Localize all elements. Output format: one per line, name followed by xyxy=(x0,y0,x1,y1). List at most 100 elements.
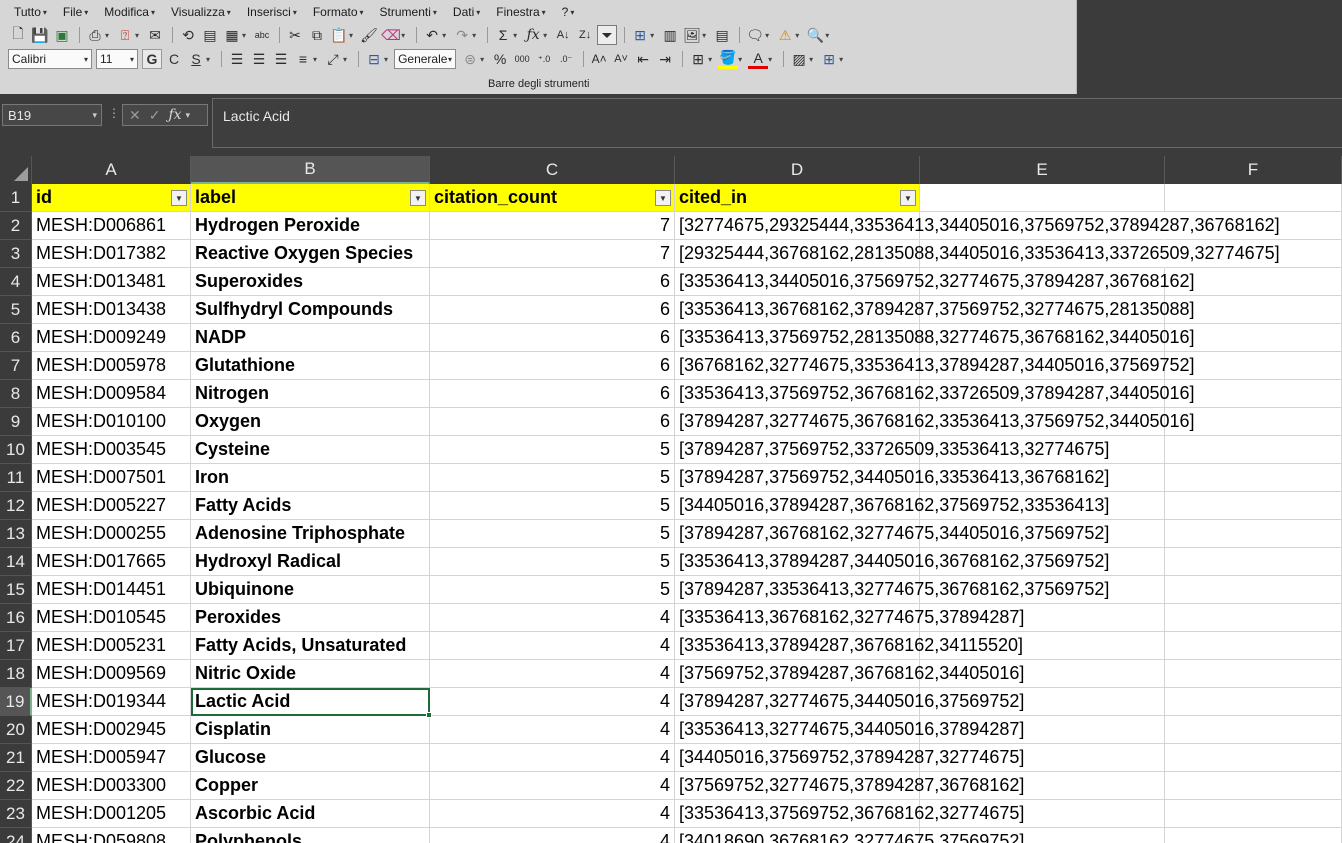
chevron-down-icon[interactable]: ▾ xyxy=(839,55,843,64)
cell-label[interactable]: Ubiquinone xyxy=(191,576,430,604)
cell-id[interactable]: MESH:D010100 xyxy=(32,408,191,436)
row-header[interactable]: 15 xyxy=(0,576,32,604)
row-header[interactable]: 2 xyxy=(0,212,32,240)
row-header[interactable]: 12 xyxy=(0,492,32,520)
cell-citation-count[interactable]: 6 xyxy=(430,324,675,352)
cell-label[interactable]: Hydrogen Peroxide xyxy=(191,212,430,240)
cell-empty[interactable] xyxy=(1165,716,1342,744)
confirm-icon[interactable]: ✓ xyxy=(149,107,161,124)
cell-label[interactable]: Fatty Acids, Unsaturated xyxy=(191,632,430,660)
row-header[interactable]: 24 xyxy=(0,828,32,843)
row-header[interactable]: 6 xyxy=(0,324,32,352)
cell-citation-count[interactable]: 6 xyxy=(430,268,675,296)
cell-citation-count[interactable]: 5 xyxy=(430,492,675,520)
chevron-down-icon[interactable]: ▾ xyxy=(186,110,191,121)
cell-label[interactable]: Sulfhydryl Compounds xyxy=(191,296,430,324)
cell-empty[interactable] xyxy=(1165,548,1342,576)
cell-citation-count[interactable]: 6 xyxy=(430,408,675,436)
chevron-down-icon[interactable]: ▾ xyxy=(384,55,388,64)
fill-color-icon[interactable]: 🪣 xyxy=(718,49,739,69)
cell-id[interactable]: MESH:D009569 xyxy=(32,660,191,688)
menu-file[interactable]: File ▾ xyxy=(55,2,96,22)
row-header[interactable]: 21 xyxy=(0,744,32,772)
search-icon[interactable]: 🔍 xyxy=(805,25,825,45)
header-cell-id[interactable]: id ▼ xyxy=(32,184,191,212)
cell-id[interactable]: MESH:D014451 xyxy=(32,576,191,604)
cell-id[interactable]: MESH:D003545 xyxy=(32,436,191,464)
cell-citation-count[interactable]: 4 xyxy=(430,632,675,660)
filter-icon[interactable]: ⏷ xyxy=(597,25,618,45)
cell-id[interactable]: MESH:D009249 xyxy=(32,324,191,352)
row-header[interactable]: 18 xyxy=(0,660,32,688)
chevron-down-icon[interactable]: ▾ xyxy=(825,31,829,40)
page-setup-icon[interactable]: ▦ xyxy=(222,25,242,45)
cell-empty[interactable] xyxy=(920,184,1165,212)
chevron-down-icon[interactable]: ▾ xyxy=(543,31,547,40)
cell-id[interactable]: MESH:D013481 xyxy=(32,268,191,296)
save-as-icon[interactable]: ▣ xyxy=(52,25,72,45)
warning-icon[interactable]: ⚠ xyxy=(775,25,795,45)
increase-indent-icon[interactable]: ⇥ xyxy=(655,49,675,69)
cell-cited-in[interactable]: [33536413,37894287,36768162,34115520] xyxy=(675,632,1023,660)
cell-empty[interactable] xyxy=(1165,800,1342,828)
chevron-down-icon[interactable]: ▾ xyxy=(702,31,706,40)
chevron-down-icon[interactable]: ▾ xyxy=(738,55,742,64)
cell-id[interactable]: MESH:D010545 xyxy=(32,604,191,632)
chevron-down-icon[interactable]: ▾ xyxy=(480,55,484,64)
menu-dati[interactable]: Dati ▾ xyxy=(445,2,488,22)
chevron-down-icon[interactable]: ▾ xyxy=(650,31,654,40)
sort-ascending-icon[interactable]: A↓ xyxy=(553,25,573,45)
cell-citation-count[interactable]: 5 xyxy=(430,464,675,492)
cell-cited-in[interactable]: [33536413,37569752,28135088,32774675,367… xyxy=(675,324,1195,352)
menu-visualizza[interactable]: Visualizza ▾ xyxy=(163,2,239,22)
paste-icon[interactable]: 📋 xyxy=(329,25,349,45)
clipboard-icon[interactable]: ▤ xyxy=(200,25,220,45)
chevron-down-icon[interactable]: ▾ xyxy=(401,31,405,40)
header-cell-label[interactable]: label ▼ xyxy=(191,184,430,212)
row-header[interactable]: 11 xyxy=(0,464,32,492)
cell-id[interactable]: MESH:D019344 xyxy=(32,688,191,716)
row-header[interactable]: 20 xyxy=(0,716,32,744)
cell-citation-count[interactable]: 7 xyxy=(430,212,675,240)
menu-finestra[interactable]: Finestra ▾ xyxy=(488,2,553,22)
save-icon[interactable]: 💾 xyxy=(30,25,50,45)
bold-button[interactable]: G xyxy=(142,49,162,69)
chevron-down-icon[interactable]: ▾ xyxy=(313,55,317,64)
cell-id[interactable]: MESH:D003300 xyxy=(32,772,191,800)
row-header[interactable]: 22 xyxy=(0,772,32,800)
menu-strumenti[interactable]: Strumenti ▾ xyxy=(372,2,445,22)
cell-cited-in[interactable]: [33536413,36768162,37894287,37569752,327… xyxy=(675,296,1195,324)
row-header[interactable]: 8 xyxy=(0,380,32,408)
cell-label[interactable]: Ascorbic Acid xyxy=(191,800,430,828)
chevron-down-icon[interactable]: ▾ xyxy=(343,55,347,64)
chevron-down-icon[interactable]: ▾ xyxy=(206,55,210,64)
menu-help[interactable]: ? ▾ xyxy=(554,2,583,22)
cell-label[interactable]: Iron xyxy=(191,464,430,492)
vertical-align-icon[interactable]: ≡ xyxy=(293,49,313,69)
cell-cited-in[interactable]: [33536413,34405016,37569752,32774675,378… xyxy=(675,268,1195,296)
column-header-a[interactable]: A xyxy=(32,156,191,184)
select-all-button[interactable] xyxy=(0,156,32,184)
more-options-icon[interactable]: ⋮ xyxy=(108,106,120,120)
filter-dropdown-icon[interactable]: ▼ xyxy=(655,190,671,206)
chevron-down-icon[interactable]: ▾ xyxy=(242,31,246,40)
header-cell-cited-in[interactable]: cited_in ▼ xyxy=(675,184,920,212)
row-header[interactable]: 5 xyxy=(0,296,32,324)
borders-icon[interactable]: ⊞ xyxy=(688,49,708,69)
cell-empty[interactable] xyxy=(1165,828,1342,843)
cell-empty[interactable] xyxy=(1165,604,1342,632)
print-preview-icon[interactable]: ⎙ xyxy=(85,25,105,45)
chevron-down-icon[interactable]: ▾ xyxy=(135,31,139,40)
cell-label[interactable]: Fatty Acids xyxy=(191,492,430,520)
merge-cells-icon[interactable]: ⊟ xyxy=(364,49,384,69)
cancel-icon[interactable]: ✕ xyxy=(129,107,141,124)
cell-empty[interactable] xyxy=(1165,464,1342,492)
menu-inserisci[interactable]: Inserisci ▾ xyxy=(239,2,305,22)
new-document-icon[interactable]: 🗋 xyxy=(8,25,28,45)
cell-citation-count[interactable]: 4 xyxy=(430,828,675,843)
currency-icon[interactable]: ⊜ xyxy=(460,49,480,69)
cell-id[interactable]: MESH:D006861 xyxy=(32,212,191,240)
cell-id[interactable]: MESH:D005231 xyxy=(32,632,191,660)
header-cell-citation-count[interactable]: citation_count ▼ xyxy=(430,184,675,212)
row-header[interactable]: 23 xyxy=(0,800,32,828)
